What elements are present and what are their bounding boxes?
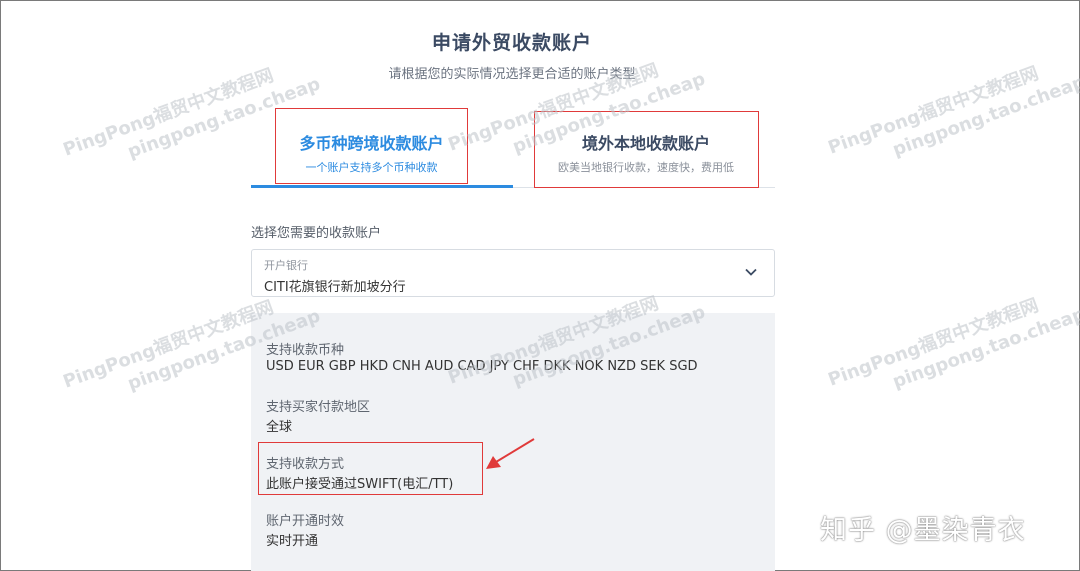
chevron-down-icon[interactable] (744, 265, 758, 279)
highlight-box-payment-method (258, 442, 483, 495)
currencies-value: USD EUR GBP HKD CNH AUD CAD JPY CHF DKK … (266, 359, 698, 374)
page-subtitle: 请根据您的实际情况选择更合适的账户类型 (388, 67, 636, 82)
activation-time-label: 账户开通时效 (266, 514, 345, 529)
highlight-box-tab1 (275, 108, 468, 184)
zhihu-credit: 知乎 @墨染青衣 (820, 515, 1026, 546)
currencies-label: 支持收款币种 (266, 343, 345, 358)
page-title: 申请外贸收款账户 (431, 32, 592, 54)
bank-select-label: 开户银行 (264, 259, 308, 272)
bank-select[interactable]: 开户银行 CITI花旗银行新加坡分行 (251, 249, 775, 297)
bank-select-value: CITI花旗银行新加坡分行 (264, 280, 406, 295)
highlight-box-tab2 (534, 111, 759, 188)
select-account-label: 选择您需要的收款账户 (251, 226, 382, 241)
active-tab-indicator (251, 185, 513, 188)
payer-region-label: 支持买家付款地区 (266, 400, 371, 415)
payer-region-value: 全球 (266, 420, 293, 435)
red-arrow-icon (486, 438, 535, 469)
activation-time-value: 实时开通 (266, 534, 319, 549)
